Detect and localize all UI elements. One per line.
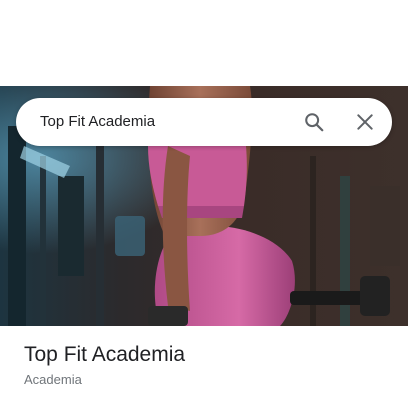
place-title: Top Fit Academia (24, 343, 186, 366)
place-category: Academia (24, 372, 82, 387)
place-info-panel: Top Fit Academia Academia (0, 326, 408, 412)
search-icon[interactable] (298, 106, 330, 138)
search-bar[interactable]: Top Fit Academia (16, 98, 392, 146)
place-page: Top Fit Academia Top Fit Academia Academ… (0, 0, 408, 412)
close-icon[interactable] (349, 106, 381, 138)
search-input[interactable]: Top Fit Academia (40, 98, 155, 146)
